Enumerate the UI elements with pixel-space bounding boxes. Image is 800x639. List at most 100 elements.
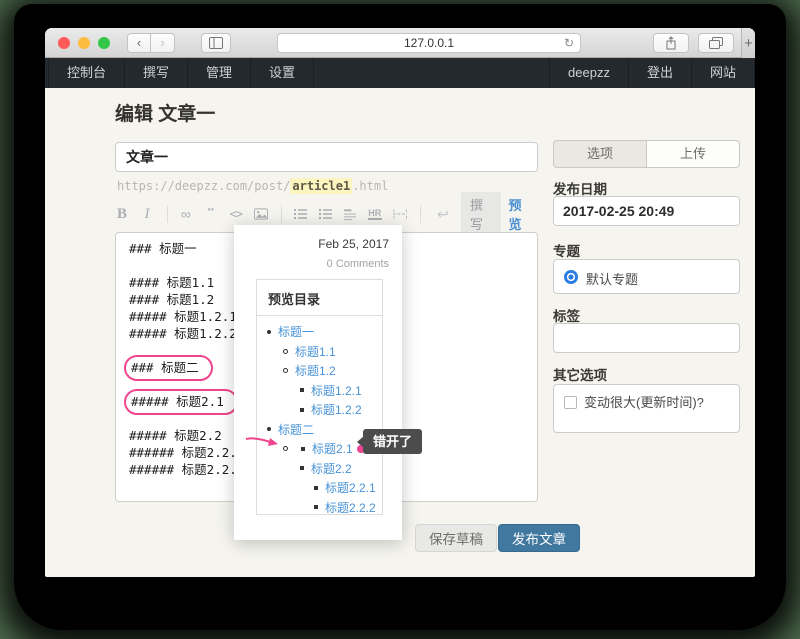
toc-link[interactable]: 标题2.2 xyxy=(311,460,352,477)
toolbar-divider xyxy=(167,205,168,223)
toc-list: 标题一标题1.1 标题1.2 标题1.2.1 标题1.2.2 标题二标题2.1 标题2.2… xyxy=(257,316,382,517)
topic-box: 默认专题 xyxy=(553,259,740,294)
circle-bullet xyxy=(283,349,288,354)
toc-row: 标题2.2 xyxy=(257,459,382,479)
square-bullet xyxy=(300,466,304,470)
browser-window: ‹ › 127.0.0.1 ↻ + xyxy=(45,28,755,577)
nav-item-deepzz[interactable]: deepzz xyxy=(549,58,629,88)
toc-link[interactable]: 标题1.2.2 xyxy=(311,401,362,418)
tab-upload[interactable]: 上传 xyxy=(647,140,740,168)
circle-bullet xyxy=(283,446,288,451)
toc-row: 标题一 xyxy=(257,322,382,342)
sidebar-toggle-button[interactable] xyxy=(201,33,231,53)
zoom-window-button[interactable] xyxy=(98,37,110,49)
topic-option-label: 默认专题 xyxy=(586,269,638,288)
slug-prefix: https://deepzz.com/post/ xyxy=(117,179,290,193)
nav-item-网站[interactable]: 网站 xyxy=(692,58,755,88)
share-icon xyxy=(665,36,677,50)
unordered-list-icon[interactable] xyxy=(318,208,332,220)
blockquote-icon[interactable]: “ xyxy=(204,208,218,220)
square-bullet xyxy=(300,388,304,392)
tab-options[interactable]: 选项 xyxy=(553,140,647,168)
annotation-circle: ##### 标题2.1 xyxy=(124,389,238,415)
toolbar-divider xyxy=(281,205,282,223)
toc-row: 标题1.2 xyxy=(257,361,382,381)
save-draft-button[interactable]: 保存草稿 xyxy=(415,524,497,552)
square-bullet xyxy=(300,408,304,412)
major-change-label: 变动很大(更新时间)? xyxy=(584,394,704,411)
write-mode-tab[interactable]: 撰写 xyxy=(461,192,501,236)
circle-bullet xyxy=(283,368,288,373)
close-window-button[interactable] xyxy=(58,37,70,49)
page-title: 编辑 文章一 xyxy=(115,99,215,126)
editor-toolbar: B I ∞ “ <> HR ↩ xyxy=(115,200,538,228)
annotation-arrow xyxy=(245,434,279,450)
toc-link[interactable]: 标题二 xyxy=(278,421,314,438)
major-change-checkbox[interactable] xyxy=(564,396,577,409)
nav-right-items: deepzz登出网站 xyxy=(549,58,755,88)
other-options-label: 其它选项 xyxy=(553,364,607,384)
toc-link[interactable]: 标题1.1 xyxy=(295,343,336,360)
reload-icon[interactable]: ↻ xyxy=(564,34,574,52)
code-icon[interactable]: <> xyxy=(229,207,243,221)
toc-link[interactable]: 标题2.1 xyxy=(312,440,353,457)
toc-row: 标题2.2.1 xyxy=(257,478,382,498)
square-bullet xyxy=(314,505,318,509)
topic-radio-selected[interactable] xyxy=(564,270,578,284)
editor-mode-toggle: 撰写 预览 xyxy=(461,192,538,236)
publish-date-label: 发布日期 xyxy=(553,178,607,198)
heading-icon[interactable] xyxy=(343,208,357,221)
annotation-tooltip: 错开了 xyxy=(363,429,422,454)
browser-forward-button[interactable]: › xyxy=(151,33,175,53)
share-button[interactable] xyxy=(653,33,689,53)
toc-link[interactable]: 标题1.2.1 xyxy=(311,382,362,399)
toolbar-divider xyxy=(420,205,421,223)
bold-icon[interactable]: B xyxy=(115,206,129,223)
post-slug: https://deepzz.com/post/article1.html xyxy=(117,179,388,193)
new-tab-button[interactable]: + xyxy=(741,28,755,58)
horizontal-rule-icon[interactable]: HR xyxy=(368,208,382,220)
image-icon[interactable] xyxy=(254,208,268,220)
sidebar-tabs: 选项 上传 xyxy=(553,140,740,168)
toc-row: 标题1.1 xyxy=(257,342,382,362)
screenshot-stage: ‹ › 127.0.0.1 ↻ + xyxy=(0,0,800,639)
browser-titlebar: ‹ › 127.0.0.1 ↻ + xyxy=(45,28,755,58)
tags-input[interactable] xyxy=(553,323,740,353)
toc-row: 标题1.2.2 xyxy=(257,400,382,420)
toc-link[interactable]: 标题2.2.2 xyxy=(325,499,376,516)
preview-date: Feb 25, 2017 xyxy=(318,237,389,251)
topic-label: 专题 xyxy=(553,240,580,260)
link-icon[interactable]: ∞ xyxy=(179,206,193,222)
toc-link[interactable]: 标题1.2 xyxy=(295,362,336,379)
square-bullet xyxy=(314,486,318,490)
publish-date-input[interactable] xyxy=(553,196,740,226)
preview-mode-tab[interactable]: 预览 xyxy=(501,192,539,236)
browser-back-button[interactable]: ‹ xyxy=(127,33,151,53)
page-break-icon[interactable] xyxy=(393,208,407,220)
toc-link[interactable]: 标题2.2.1 xyxy=(325,479,376,496)
nav-item-设置[interactable]: 设置 xyxy=(251,58,314,88)
preview-popup: Feb 25, 2017 0 Comments 预览目录 标题一标题1.1标题1… xyxy=(234,225,402,540)
toc-title: 预览目录 xyxy=(257,280,382,316)
ordered-list-icon[interactable] xyxy=(293,208,307,220)
toc-link[interactable]: 标题一 xyxy=(278,323,314,340)
toc-row: 标题1.2.1 xyxy=(257,381,382,401)
undo-icon[interactable]: ↩ xyxy=(436,206,450,223)
tags-label: 标签 xyxy=(553,305,580,325)
post-title-input[interactable] xyxy=(115,142,538,172)
show-tabs-button[interactable] xyxy=(698,33,734,53)
slug-suffix: .html xyxy=(352,179,388,193)
main-nav: 控制台撰写管理设置 deepzz登出网站 xyxy=(45,58,755,88)
minimize-window-button[interactable] xyxy=(78,37,90,49)
publish-button[interactable]: 发布文章 xyxy=(498,524,580,552)
square-bullet xyxy=(301,447,305,451)
tabs-icon xyxy=(709,37,723,49)
nav-item-登出[interactable]: 登出 xyxy=(629,58,692,88)
disc-bullet xyxy=(267,427,271,431)
nav-item-撰写[interactable]: 撰写 xyxy=(125,58,188,88)
nav-item-管理[interactable]: 管理 xyxy=(188,58,251,88)
address-bar[interactable]: 127.0.0.1 ↻ xyxy=(277,33,581,53)
nav-item-控制台[interactable]: 控制台 xyxy=(48,58,125,88)
preview-toc: 预览目录 标题一标题1.1 标题1.2 标题1.2.1 标题1.2.2 标题二标题2.1… xyxy=(256,279,383,515)
italic-icon[interactable]: I xyxy=(140,206,154,223)
